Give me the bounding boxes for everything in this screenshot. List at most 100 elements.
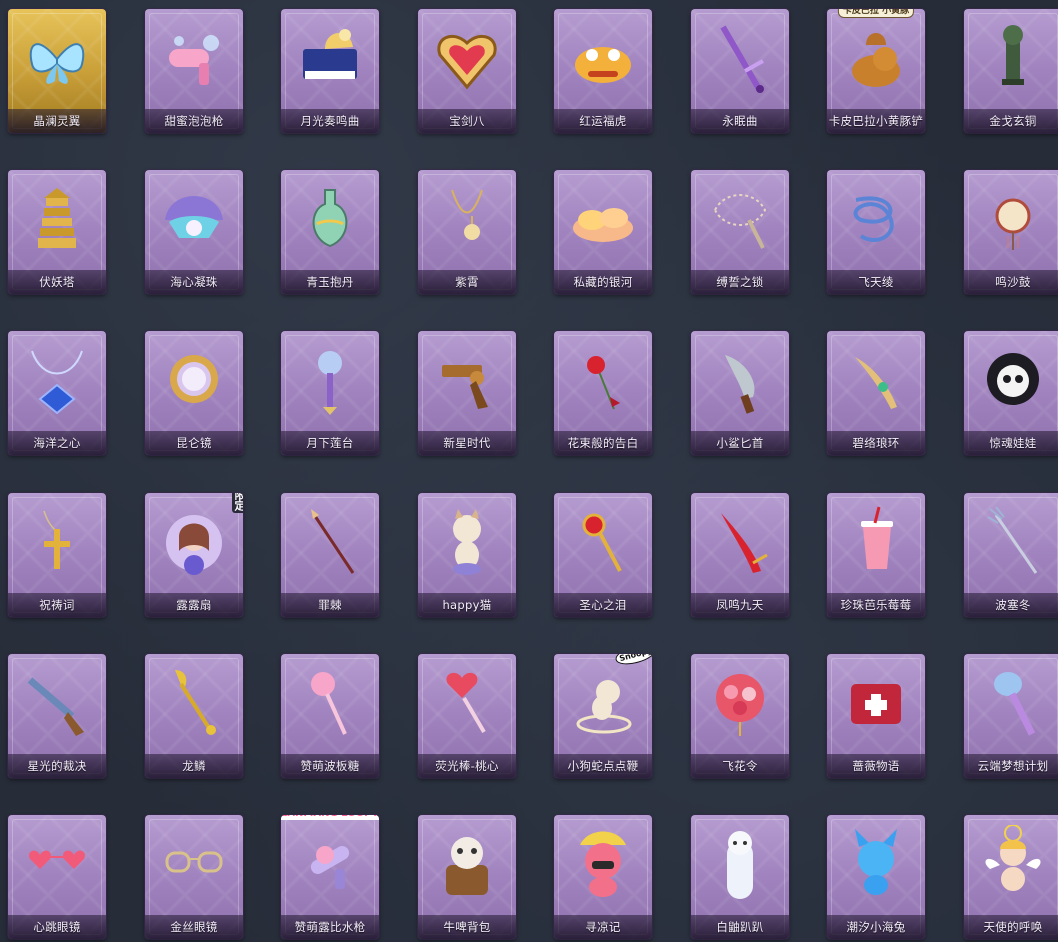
item-label-bar: 甜蜜泡泡枪 (145, 109, 243, 133)
item-label-bar: 海心凝珠 (145, 270, 243, 294)
item-card[interactable]: 限定露露扇 (145, 493, 243, 617)
heart-wand-icon (432, 664, 502, 742)
item-label-bar: 龙鳞 (145, 754, 243, 778)
item-card[interactable]: 金丝眼镜 (145, 815, 243, 939)
item-card[interactable]: ZANMANG LOOPY 赞萌露比水枪 (281, 815, 379, 939)
item-card[interactable]: 鸣沙鼓 (964, 170, 1058, 294)
item-label-bar: 飞天绫 (827, 270, 925, 294)
item-name: 天使的呼唤 (983, 920, 1043, 934)
item-card[interactable]: 珍珠芭乐莓莓 (827, 493, 925, 617)
item-name: 紫霄 (455, 275, 479, 289)
item-card[interactable]: happy猫 (418, 493, 516, 617)
item-name: 宝剑八 (449, 114, 485, 128)
chain-icon (705, 180, 775, 258)
pendant-icon (432, 180, 502, 258)
item-name: 惊魂娃娃 (989, 436, 1037, 450)
item-card[interactable]: 红运福虎 (554, 9, 652, 133)
item-card[interactable]: 星光的裁决 (8, 654, 106, 778)
item-card[interactable]: 紫霄 (418, 170, 516, 294)
item-name: 新星时代 (443, 436, 491, 450)
item-name: 心跳眼镜 (33, 920, 81, 934)
item-card[interactable]: 卡皮巴拉 小黄豚 卡皮巴拉小黄豚铲 (827, 9, 925, 133)
item-name: 波塞冬 (995, 598, 1031, 612)
item-name: 花束般的告白 (567, 436, 639, 450)
item-card[interactable]: 海洋之心 (8, 331, 106, 455)
item-card[interactable]: 月下莲台 (281, 331, 379, 455)
item-name: 鸣沙鼓 (995, 275, 1031, 289)
item-card[interactable]: 罪棘 (281, 493, 379, 617)
item-label-bar: 祝祷词 (8, 593, 106, 617)
item-card[interactable]: 海心凝珠 (145, 170, 243, 294)
cherub-icon (978, 825, 1048, 903)
bubble-gun-icon (159, 19, 229, 97)
item-label-bar: 云端梦想计划 (964, 754, 1058, 778)
item-grid: 晶澜灵翼 甜蜜泡泡枪 月光奏鸣曲 宝剑八 红运福虎 永眠曲 卡皮巴拉 小黄豚 卡皮巴拉小黄豚铲… (0, 0, 1058, 942)
item-label-bar: 牛啤背包 (418, 915, 516, 939)
jade-blade-icon (841, 341, 911, 419)
item-card[interactable]: 甜蜜泡泡枪 (145, 9, 243, 133)
tiger-icon (568, 19, 638, 97)
item-name: 赞萌露比水枪 (294, 920, 366, 934)
item-card[interactable]: 碧络琅环 (827, 331, 925, 455)
item-label-bar: 荧光棒-桃心 (418, 754, 516, 778)
item-card[interactable]: 蔷薇物语 (827, 654, 925, 778)
item-card[interactable]: 金戈玄铜 (964, 9, 1058, 133)
item-card[interactable]: 晶澜灵翼 (8, 9, 106, 133)
item-name: 凤鸣九天 (716, 598, 764, 612)
item-label-bar: 天使的呼唤 (964, 915, 1058, 939)
item-card[interactable]: 云端梦想计划 (964, 654, 1058, 778)
item-name: 云端梦想计划 (977, 759, 1049, 773)
item-card[interactable]: 飞花令 (691, 654, 789, 778)
cow-barrel-icon (432, 825, 502, 903)
item-card[interactable]: 波塞冬 (964, 493, 1058, 617)
item-card[interactable]: 花束般的告白 (554, 331, 652, 455)
item-label-bar: 白鼬趴趴 (691, 915, 789, 939)
item-card[interactable]: 寻凉记 (554, 815, 652, 939)
item-card[interactable]: 青玉抱丹 (281, 170, 379, 294)
item-card[interactable]: 凤鸣九天 (691, 493, 789, 617)
heart-glasses-icon (22, 825, 92, 903)
item-card[interactable]: 赞萌波板糖 (281, 654, 379, 778)
item-card[interactable]: 伏妖塔 (8, 170, 106, 294)
item-label-bar: 圣心之泪 (554, 593, 652, 617)
item-badge: ZANMANG LOOPY (281, 815, 379, 820)
item-name: 小狗蛇点点鞭 (567, 759, 639, 773)
item-card[interactable]: 私藏的银河 (554, 170, 652, 294)
item-card[interactable]: 心跳眼镜 (8, 815, 106, 939)
capybara-icon (841, 19, 911, 97)
item-label-bar: 鸣沙鼓 (964, 270, 1058, 294)
item-name: 龙鳞 (182, 759, 206, 773)
item-label-bar: 青玉抱丹 (281, 270, 379, 294)
item-card[interactable]: 牛啤背包 (418, 815, 516, 939)
item-card[interactable]: 潮汐小海兔 (827, 815, 925, 939)
item-name: 私藏的银河 (573, 275, 633, 289)
item-card[interactable]: 缚誓之锁 (691, 170, 789, 294)
item-card[interactable]: 永眠曲 (691, 9, 789, 133)
item-card[interactable]: 月光奏鸣曲 (281, 9, 379, 133)
item-card[interactable]: 飞天绫 (827, 170, 925, 294)
item-card[interactable]: 宝剑八 (418, 9, 516, 133)
item-label-bar: 缚誓之锁 (691, 270, 789, 294)
item-card[interactable]: 新星时代 (418, 331, 516, 455)
item-name: 小鲨匕首 (716, 436, 764, 450)
item-name: 圣心之泪 (579, 598, 627, 612)
piano-icon (295, 19, 365, 97)
item-name: 白鼬趴趴 (716, 920, 764, 934)
item-card[interactable]: 祝祷词 (8, 493, 106, 617)
item-card[interactable]: 龙鳞 (145, 654, 243, 778)
item-card[interactable]: 白鼬趴趴 (691, 815, 789, 939)
item-label-bar: 伏妖塔 (8, 270, 106, 294)
item-card[interactable]: Snoopy 小狗蛇点点鞭 (554, 654, 652, 778)
item-card[interactable]: 惊魂娃娃 (964, 331, 1058, 455)
rose-icon (568, 341, 638, 419)
item-card[interactable]: 昆仑镜 (145, 331, 243, 455)
item-label-bar: 月光奏鸣曲 (281, 109, 379, 133)
item-label-bar: 碧络琅环 (827, 431, 925, 455)
item-name: 露露扇 (176, 598, 212, 612)
item-card[interactable]: 小鲨匕首 (691, 331, 789, 455)
item-card[interactable]: 荧光棒-桃心 (418, 654, 516, 778)
item-name: 永眠曲 (722, 114, 758, 128)
item-card[interactable]: 天使的呼唤 (964, 815, 1058, 939)
lollipop-icon (295, 664, 365, 742)
item-card[interactable]: 圣心之泪 (554, 493, 652, 617)
